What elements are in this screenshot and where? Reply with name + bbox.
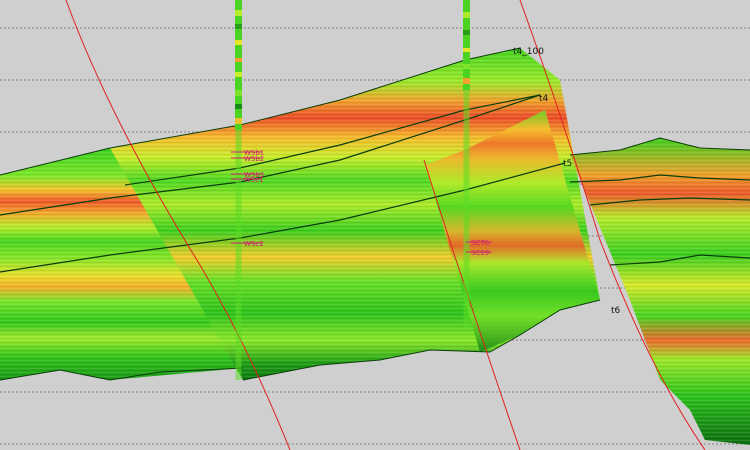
seismic-section-viewport[interactable]: WSb1 WSb2 WSb3 WSc1 WSc2 SC76 SC69 t4_10… xyxy=(0,0,750,450)
well-log-b[interactable] xyxy=(463,0,470,330)
horizon-label-t5: t5 xyxy=(563,159,572,169)
well-marker-label: WSc2 xyxy=(244,240,264,248)
well-marker-label: WSc1 xyxy=(244,176,264,184)
horizon-label-t4-100: t4_100 xyxy=(513,47,544,57)
well-marker-label: SC76 xyxy=(471,239,490,247)
well-marker-label: WSb2 xyxy=(244,155,264,163)
seismic-section-canvas[interactable]: WSb1 WSb2 WSb3 WSc1 WSc2 SC76 SC69 t4_10… xyxy=(0,0,750,450)
well-log-a[interactable] xyxy=(235,0,242,380)
well-marker-label: SC69 xyxy=(471,249,489,257)
horizon-label-t4: t4 xyxy=(539,94,549,104)
horizon-label-t6: t6 xyxy=(611,306,621,316)
